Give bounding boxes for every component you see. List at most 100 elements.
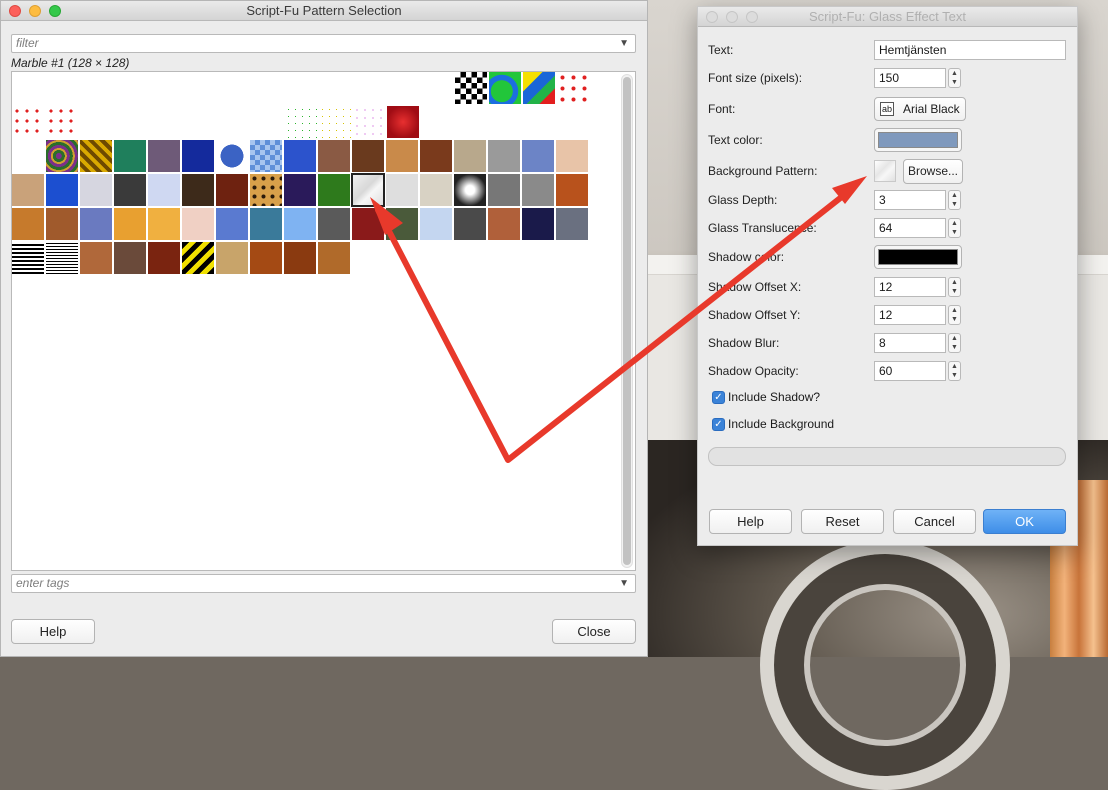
pattern-tile[interactable] [454, 174, 486, 206]
pattern-tile[interactable] [522, 174, 554, 206]
pattern-tile[interactable] [386, 208, 418, 240]
pattern-tile[interactable] [80, 242, 112, 274]
pattern-tile[interactable] [284, 174, 316, 206]
help-button[interactable]: Help [709, 509, 792, 534]
include-shadow-checkbox[interactable]: ✓ [712, 391, 725, 405]
pattern-tile[interactable] [420, 174, 452, 206]
pattern-tile[interactable] [318, 242, 350, 274]
pattern-tile[interactable] [46, 174, 78, 206]
pattern-tile[interactable] [318, 208, 350, 240]
glass-translucence-value[interactable]: 64 [874, 218, 946, 238]
pattern-tile[interactable] [454, 208, 486, 240]
shadow-opacity-value[interactable]: 60 [874, 361, 946, 381]
pattern-tile[interactable] [182, 242, 214, 274]
pattern-tile[interactable] [556, 208, 588, 240]
tags-input[interactable]: enter tags ▼ [11, 574, 636, 593]
browse-button[interactable]: Browse... [903, 159, 963, 184]
minimize-window-button[interactable] [29, 5, 41, 17]
pattern-tile[interactable] [352, 140, 384, 172]
pattern-tile[interactable] [352, 208, 384, 240]
pattern-tile[interactable] [80, 140, 112, 172]
shadow-offset-y-value[interactable]: 12 [874, 305, 946, 325]
include-shadow-checkbox-row[interactable]: ✓ Include Shadow? [712, 390, 820, 405]
pattern-tile[interactable] [420, 140, 452, 172]
pattern-tile[interactable] [12, 174, 44, 206]
pattern-tile[interactable] [216, 242, 248, 274]
close-window-button[interactable] [9, 5, 21, 17]
pattern-tile[interactable] [556, 140, 588, 172]
pattern-tile[interactable] [148, 208, 180, 240]
stepper-arrows-icon[interactable]: ▲ ▼ [948, 218, 961, 238]
shadow-blur-stepper[interactable]: 8 ▲ ▼ [874, 333, 961, 353]
stepper-arrows-icon[interactable]: ▲ ▼ [948, 333, 961, 353]
pattern-tile[interactable] [46, 242, 78, 274]
pattern-tile[interactable] [148, 140, 180, 172]
pattern-tile[interactable] [319, 106, 351, 138]
pattern-tile[interactable] [216, 208, 248, 240]
font-size-value[interactable]: 150 [874, 68, 946, 88]
maximize-window-button[interactable] [49, 5, 61, 17]
shadow-offset-y-stepper[interactable]: 12 ▲ ▼ [874, 305, 961, 325]
text-field[interactable]: Hemtjänsten [874, 40, 1066, 60]
pattern-tile[interactable] [12, 106, 44, 138]
pattern-tile[interactable] [353, 106, 385, 138]
pattern-tile[interactable] [557, 72, 589, 104]
close-button[interactable]: Close [552, 619, 636, 644]
pattern-tile[interactable] [318, 140, 350, 172]
pattern-tile[interactable] [148, 174, 180, 206]
font-picker-button[interactable]: ab Arial Black [874, 97, 966, 121]
glass-translucence-stepper[interactable]: 64 ▲ ▼ [874, 218, 961, 238]
help-button[interactable]: Help [11, 619, 95, 644]
pattern-tile[interactable] [250, 140, 282, 172]
pattern-tile[interactable] [250, 208, 282, 240]
pattern-tile[interactable] [114, 208, 146, 240]
shadow-offset-x-value[interactable]: 12 [874, 277, 946, 297]
pattern-tile[interactable] [250, 174, 282, 206]
pattern-tile[interactable] [454, 140, 486, 172]
stepper-arrows-icon[interactable]: ▲ ▼ [948, 305, 961, 325]
stepper-arrows-icon[interactable]: ▲ ▼ [948, 68, 961, 88]
pattern-tile[interactable] [12, 242, 44, 274]
pattern-tile[interactable] [523, 72, 555, 104]
shadow-offset-x-stepper[interactable]: 12 ▲ ▼ [874, 277, 961, 297]
ok-button[interactable]: OK [983, 509, 1066, 534]
pattern-tile[interactable] [80, 174, 112, 206]
chevron-down-icon[interactable]: ▼ [619, 575, 629, 592]
pattern-tile[interactable] [489, 72, 521, 104]
pattern-tile[interactable] [114, 140, 146, 172]
pattern-tile[interactable] [386, 140, 418, 172]
pattern-tile[interactable] [386, 174, 418, 206]
pattern-tile[interactable] [12, 208, 44, 240]
pattern-tile[interactable] [488, 208, 520, 240]
include-background-checkbox[interactable]: ✓ [712, 418, 725, 432]
cancel-button[interactable]: Cancel [893, 509, 976, 534]
pattern-tile[interactable] [250, 242, 282, 274]
pattern-tile[interactable] [284, 208, 316, 240]
pattern-tile[interactable] [182, 174, 214, 206]
pattern-tile-selected[interactable] [351, 173, 385, 207]
pattern-tile[interactable] [182, 208, 214, 240]
pattern-tile[interactable] [216, 140, 248, 172]
stepper-arrows-icon[interactable]: ▲ ▼ [948, 361, 961, 381]
include-background-checkbox-row[interactable]: ✓ Include Background [712, 417, 834, 432]
pattern-tile[interactable] [46, 208, 78, 240]
glass-depth-stepper[interactable]: 3 ▲ ▼ [874, 190, 961, 210]
shadow-blur-value[interactable]: 8 [874, 333, 946, 353]
reset-button[interactable]: Reset [801, 509, 884, 534]
minimize-window-button[interactable] [726, 11, 738, 23]
pattern-tile[interactable] [80, 208, 112, 240]
stepper-arrows-icon[interactable]: ▲ ▼ [948, 190, 961, 210]
shadow-color-button[interactable] [874, 245, 962, 269]
grid-scrollbar[interactable] [621, 74, 633, 568]
pattern-tile[interactable] [522, 208, 554, 240]
pattern-tile[interactable] [556, 174, 588, 206]
pattern-tile[interactable] [285, 106, 317, 138]
pattern-tile[interactable] [387, 106, 419, 138]
pattern-tile[interactable] [182, 140, 214, 172]
text-color-button[interactable] [874, 128, 962, 152]
pattern-tile[interactable] [420, 208, 452, 240]
pattern-tile[interactable] [148, 242, 180, 274]
stepper-arrows-icon[interactable]: ▲ ▼ [948, 277, 961, 297]
shadow-opacity-stepper[interactable]: 60 ▲ ▼ [874, 361, 961, 381]
pattern-tile[interactable] [284, 242, 316, 274]
